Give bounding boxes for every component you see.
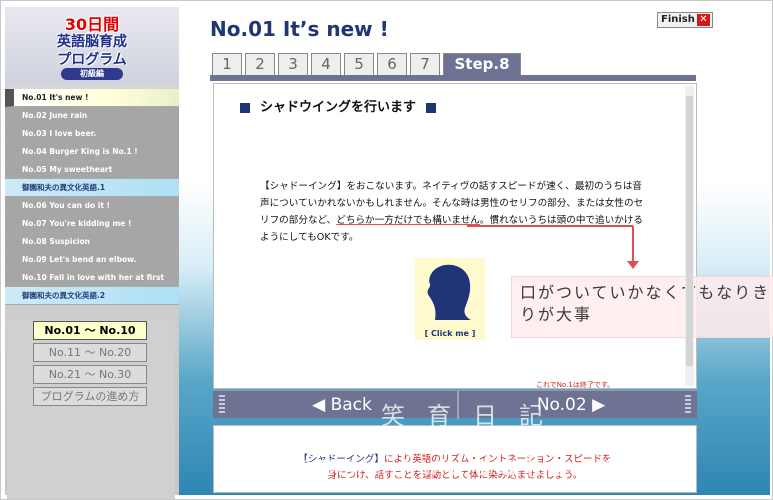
annotation-arrow-icon [627,261,639,269]
click-me-button[interactable]: [ Click me ] [415,258,485,340]
watermark-title: 笑育日記 [381,402,565,430]
heading-text: シャドウイングを行います [260,100,417,115]
annotation-underline [467,225,633,227]
instruction-text: 【シャドーイング】をおこないます。ネイティヴの話すスピードが速く、最初のうちは音… [260,178,650,246]
header: No.01 It’s new ! Finish ✕ 1 2 3 4 5 6 7 … [179,7,770,83]
tab-step-3[interactable]: 3 [278,53,308,75]
scrollbar-thumb[interactable] [686,96,693,366]
program-guide-button[interactable]: プログラムの進め方 [33,387,147,406]
annotation-note: 口がついていかなくてもなりきりが大事 [511,276,773,338]
tab-step-5[interactable]: 5 [344,53,374,75]
tab-step-6[interactable]: 6 [377,53,407,75]
click-me-label: [ Click me ] [424,329,476,338]
annotation-line [632,226,634,266]
sidebar: 30日間 英語脳育成 プログラム 初級編 No.01 It's new ! No… [5,7,179,499]
lesson-item-09[interactable]: No.09 Let's bend an elbow. [5,251,179,269]
end-note: これでNo.1は終了です。 [536,381,615,389]
instruction-underlined: どちらか一方だけでも構いません [336,215,480,226]
logo-level-badge: 初級編 [61,68,123,80]
close-icon: ✕ [697,14,710,26]
lesson-item-05[interactable]: No.05 My sweetheart [5,161,179,179]
culture-section-1[interactable]: 御園和夫の異文化英語.1 [5,179,179,197]
range-button-01-10[interactable]: No.01 〜 No.10 [33,321,147,340]
tab-step-4[interactable]: 4 [311,53,341,75]
tab-step-2[interactable]: 2 [245,53,275,75]
tab-step-7[interactable]: 7 [410,53,440,75]
lesson-item-10[interactable]: No.10 Fall in love with her at first sig… [5,269,179,299]
culture-section-2[interactable]: 御園和夫の異文化英語.2 [5,287,179,305]
square-bullet-icon [426,102,437,113]
finish-label: Finish [661,14,695,25]
range-selector: No.01 〜 No.10 No.11 〜 No.20 No.21 〜 No.3… [7,319,175,499]
content-panel: シャドウイングを行います 【シャドーイング】をおこないます。ネイティヴの話すスピ… [213,83,773,389]
logo-subtitle: プログラム [57,52,127,68]
logo-title: 英語脳育成 [57,34,127,50]
grip-icon [219,395,225,415]
app-window: 30日間 英語脳育成 プログラム 初級編 No.01 It's new ! No… [0,0,773,500]
lesson-item-02[interactable]: No.02 June rain [5,107,179,125]
lesson-item-06[interactable]: No.06 You can do it ! [5,197,179,215]
tab-step-8[interactable]: Step.8 [443,53,521,75]
scrollbar[interactable] [685,86,694,386]
head-silhouette-icon [427,264,471,320]
tab-step-1[interactable]: 1 [212,53,242,75]
page-title: No.01 It’s new ! [210,17,389,41]
lesson-item-07[interactable]: No.07 You're kidding me ! [5,215,179,233]
range-button-21-30[interactable]: No.21 〜 No.30 [33,365,147,384]
range-button-11-20[interactable]: No.11 〜 No.20 [33,343,147,362]
lesson-item-04[interactable]: No.04 Burger King is No.1 ! [5,143,179,161]
lesson-list: No.01 It's new ! No.02 June rain No.03 I… [5,89,179,305]
section-heading: シャドウイングを行います [230,96,446,115]
square-bullet-icon [240,102,250,113]
lesson-item-01[interactable]: No.01 It's new ! [5,89,179,107]
finish-button[interactable]: Finish ✕ [657,12,713,28]
watermark-url: http://wudaku.net/ [241,449,707,482]
grip-icon [685,395,691,415]
program-logo: 30日間 英語脳育成 プログラム 初級編 [5,7,179,85]
lesson-item-03[interactable]: No.03 I love beer. [5,125,179,143]
lesson-item-08[interactable]: No.08 Suspicion [5,233,179,251]
